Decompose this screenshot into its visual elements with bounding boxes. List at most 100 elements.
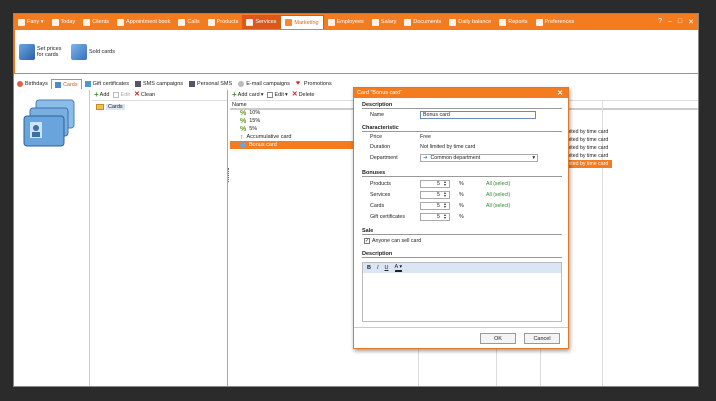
underline-button[interactable]: U (385, 265, 389, 271)
edit-button[interactable]: Edit (113, 92, 130, 98)
salary-icon (371, 18, 379, 26)
bold-button[interactable]: B (367, 265, 371, 271)
user-icon (18, 18, 25, 26)
set-prices-button[interactable]: Set prices for cards (19, 43, 63, 60)
menu-reports[interactable]: Reports (495, 15, 531, 29)
cancel-button[interactable]: Cancel (524, 333, 560, 344)
menu-employees[interactable]: Employees (324, 15, 368, 29)
tab-birthdays[interactable]: Birthdays (14, 79, 51, 89)
dialog-footer-divider (354, 327, 568, 328)
menu-salary[interactable]: Salary (368, 15, 401, 29)
reports-icon (499, 18, 507, 26)
sms-icon (134, 81, 141, 87)
menu-documents[interactable]: Documents (400, 15, 445, 29)
plus-icon: + (232, 90, 237, 99)
ribbon: Set prices for cards Sold cards (14, 30, 698, 74)
tree-item-cards[interactable]: Cards (92, 103, 227, 111)
top-menu-bar: Fany ▾ Today Clients Appointment book Ca… (14, 14, 698, 30)
tab-cards[interactable]: Cards (50, 79, 82, 89)
maximize-button[interactable]: □ (678, 18, 682, 26)
bonus-services-stepper[interactable]: 5 ▲ ▼ (420, 191, 450, 199)
card-icon (54, 81, 61, 88)
cards-image-pane (14, 90, 90, 386)
ok-button[interactable]: OK (480, 333, 516, 344)
help-button[interactable]: ? (658, 18, 662, 26)
department-label: Department (370, 155, 398, 161)
services-icon (246, 18, 254, 26)
menu-clients[interactable]: Clients (79, 15, 113, 29)
minimize-button[interactable]: – (668, 18, 672, 26)
app-window: Fany ▾ Today Clients Appointment book Ca… (13, 13, 699, 387)
price-label: Price (370, 134, 383, 140)
italic-button[interactable]: I (377, 265, 379, 271)
menu-daily-balance[interactable]: Daily balance (445, 15, 495, 29)
section-description: Description (362, 102, 562, 109)
name-field[interactable]: Bonus card (420, 111, 536, 119)
delete-card-button[interactable]: ✕ Delete (291, 91, 315, 98)
cards-stack-icon (23, 99, 75, 147)
bonus-cards-select-link[interactable]: All (select) (486, 203, 510, 209)
bonus-products-select-link[interactable]: All (select) (486, 181, 510, 187)
description-editor[interactable]: B I U A ▾ (362, 262, 562, 322)
tab-promotions[interactable]: ♥ Promotions (293, 79, 335, 89)
bonus-gift-stepper[interactable]: 5 ▲ ▼ (420, 213, 450, 221)
font-color-button[interactable]: A ▾ (394, 264, 403, 272)
spin-arrows-icon[interactable]: ▲ ▼ (442, 202, 448, 209)
tab-sms-campaigns[interactable]: SMS campaigns (132, 79, 186, 89)
delete-icon: ✕ (291, 91, 298, 98)
personal-sms-icon (189, 81, 196, 87)
close-button[interactable]: ✕ (688, 18, 694, 26)
edit-card-button[interactable]: Edit ▾ (267, 92, 288, 98)
add-button[interactable]: + Add (94, 90, 109, 99)
menu-preferences[interactable]: Preferences (532, 15, 579, 29)
name-label: Name (370, 112, 385, 118)
bonus-cards-label: Cards (370, 203, 385, 209)
add-card-button[interactable]: + Add card ▾ (232, 90, 264, 99)
anyone-can-sell-checkbox[interactable]: ✓ Anyone can sell card (364, 238, 421, 244)
bonus-gift-label: Gift certificates (370, 214, 406, 220)
heart-icon: ♥ (295, 80, 301, 87)
percent-icon: % (240, 109, 247, 117)
section-description-2: Description (362, 251, 562, 258)
menu-calls[interactable]: Calls (174, 15, 203, 29)
plus-icon: + (94, 90, 99, 99)
bonus-products-stepper[interactable]: 5 ▲ ▼ (420, 180, 450, 188)
menu-products[interactable]: Products (204, 15, 243, 29)
percent-icon: % (240, 125, 247, 133)
percent-unit: % (459, 181, 464, 187)
delete-icon: ✕ (133, 91, 140, 98)
card-dialog: Card "Bonus card" ✕ Description Name Bon… (353, 87, 569, 349)
bonus-cards-stepper[interactable]: 5 ▲ ▼ (420, 202, 450, 210)
marketing-icon (285, 19, 293, 26)
products-icon (207, 18, 215, 26)
window-controls: ? – □ ✕ (658, 18, 698, 26)
dialog-titlebar[interactable]: Card "Bonus card" ✕ (354, 88, 568, 98)
tab-gift-certificates[interactable]: Gift certificates (82, 79, 132, 89)
spin-arrows-icon[interactable]: ▲ ▼ (442, 191, 448, 198)
sold-cards-button[interactable]: Sold cards (71, 43, 115, 60)
email-icon (238, 81, 245, 87)
menu-services[interactable]: Services (242, 15, 281, 29)
clean-button[interactable]: ✕ Clean (133, 91, 155, 98)
duration-label: Duration (370, 144, 391, 150)
spin-arrows-icon[interactable]: ▲ ▼ (442, 180, 448, 187)
close-icon[interactable]: ✕ (557, 89, 563, 97)
section-bonuses: Bonuses (362, 170, 562, 177)
department-select[interactable]: ➜ Common department ▾ (420, 154, 538, 162)
percent-unit: % (459, 203, 464, 209)
folder-icon (96, 104, 104, 110)
list-item-selected[interactable]: Bonus card (230, 141, 354, 149)
spin-arrows-icon[interactable]: ▲ ▼ (442, 213, 448, 220)
bonus-services-select-link[interactable]: All (select) (486, 192, 510, 198)
chevron-down-icon: ▾ (260, 92, 264, 98)
menu-user[interactable]: Fany ▾ (14, 15, 48, 29)
tab-email-campaigns[interactable]: E-mail campaigns (235, 79, 293, 89)
tab-personal-sms[interactable]: Personal SMS (186, 79, 235, 89)
checkmark-icon: ✓ (364, 238, 370, 244)
preferences-icon (535, 18, 543, 26)
chevron-down-icon: ▾ (532, 155, 535, 161)
menu-appointment-book[interactable]: Appointment book (113, 15, 174, 29)
menu-marketing[interactable]: Marketing (280, 15, 324, 29)
documents-icon (404, 18, 412, 26)
menu-today[interactable]: Today (48, 15, 80, 29)
